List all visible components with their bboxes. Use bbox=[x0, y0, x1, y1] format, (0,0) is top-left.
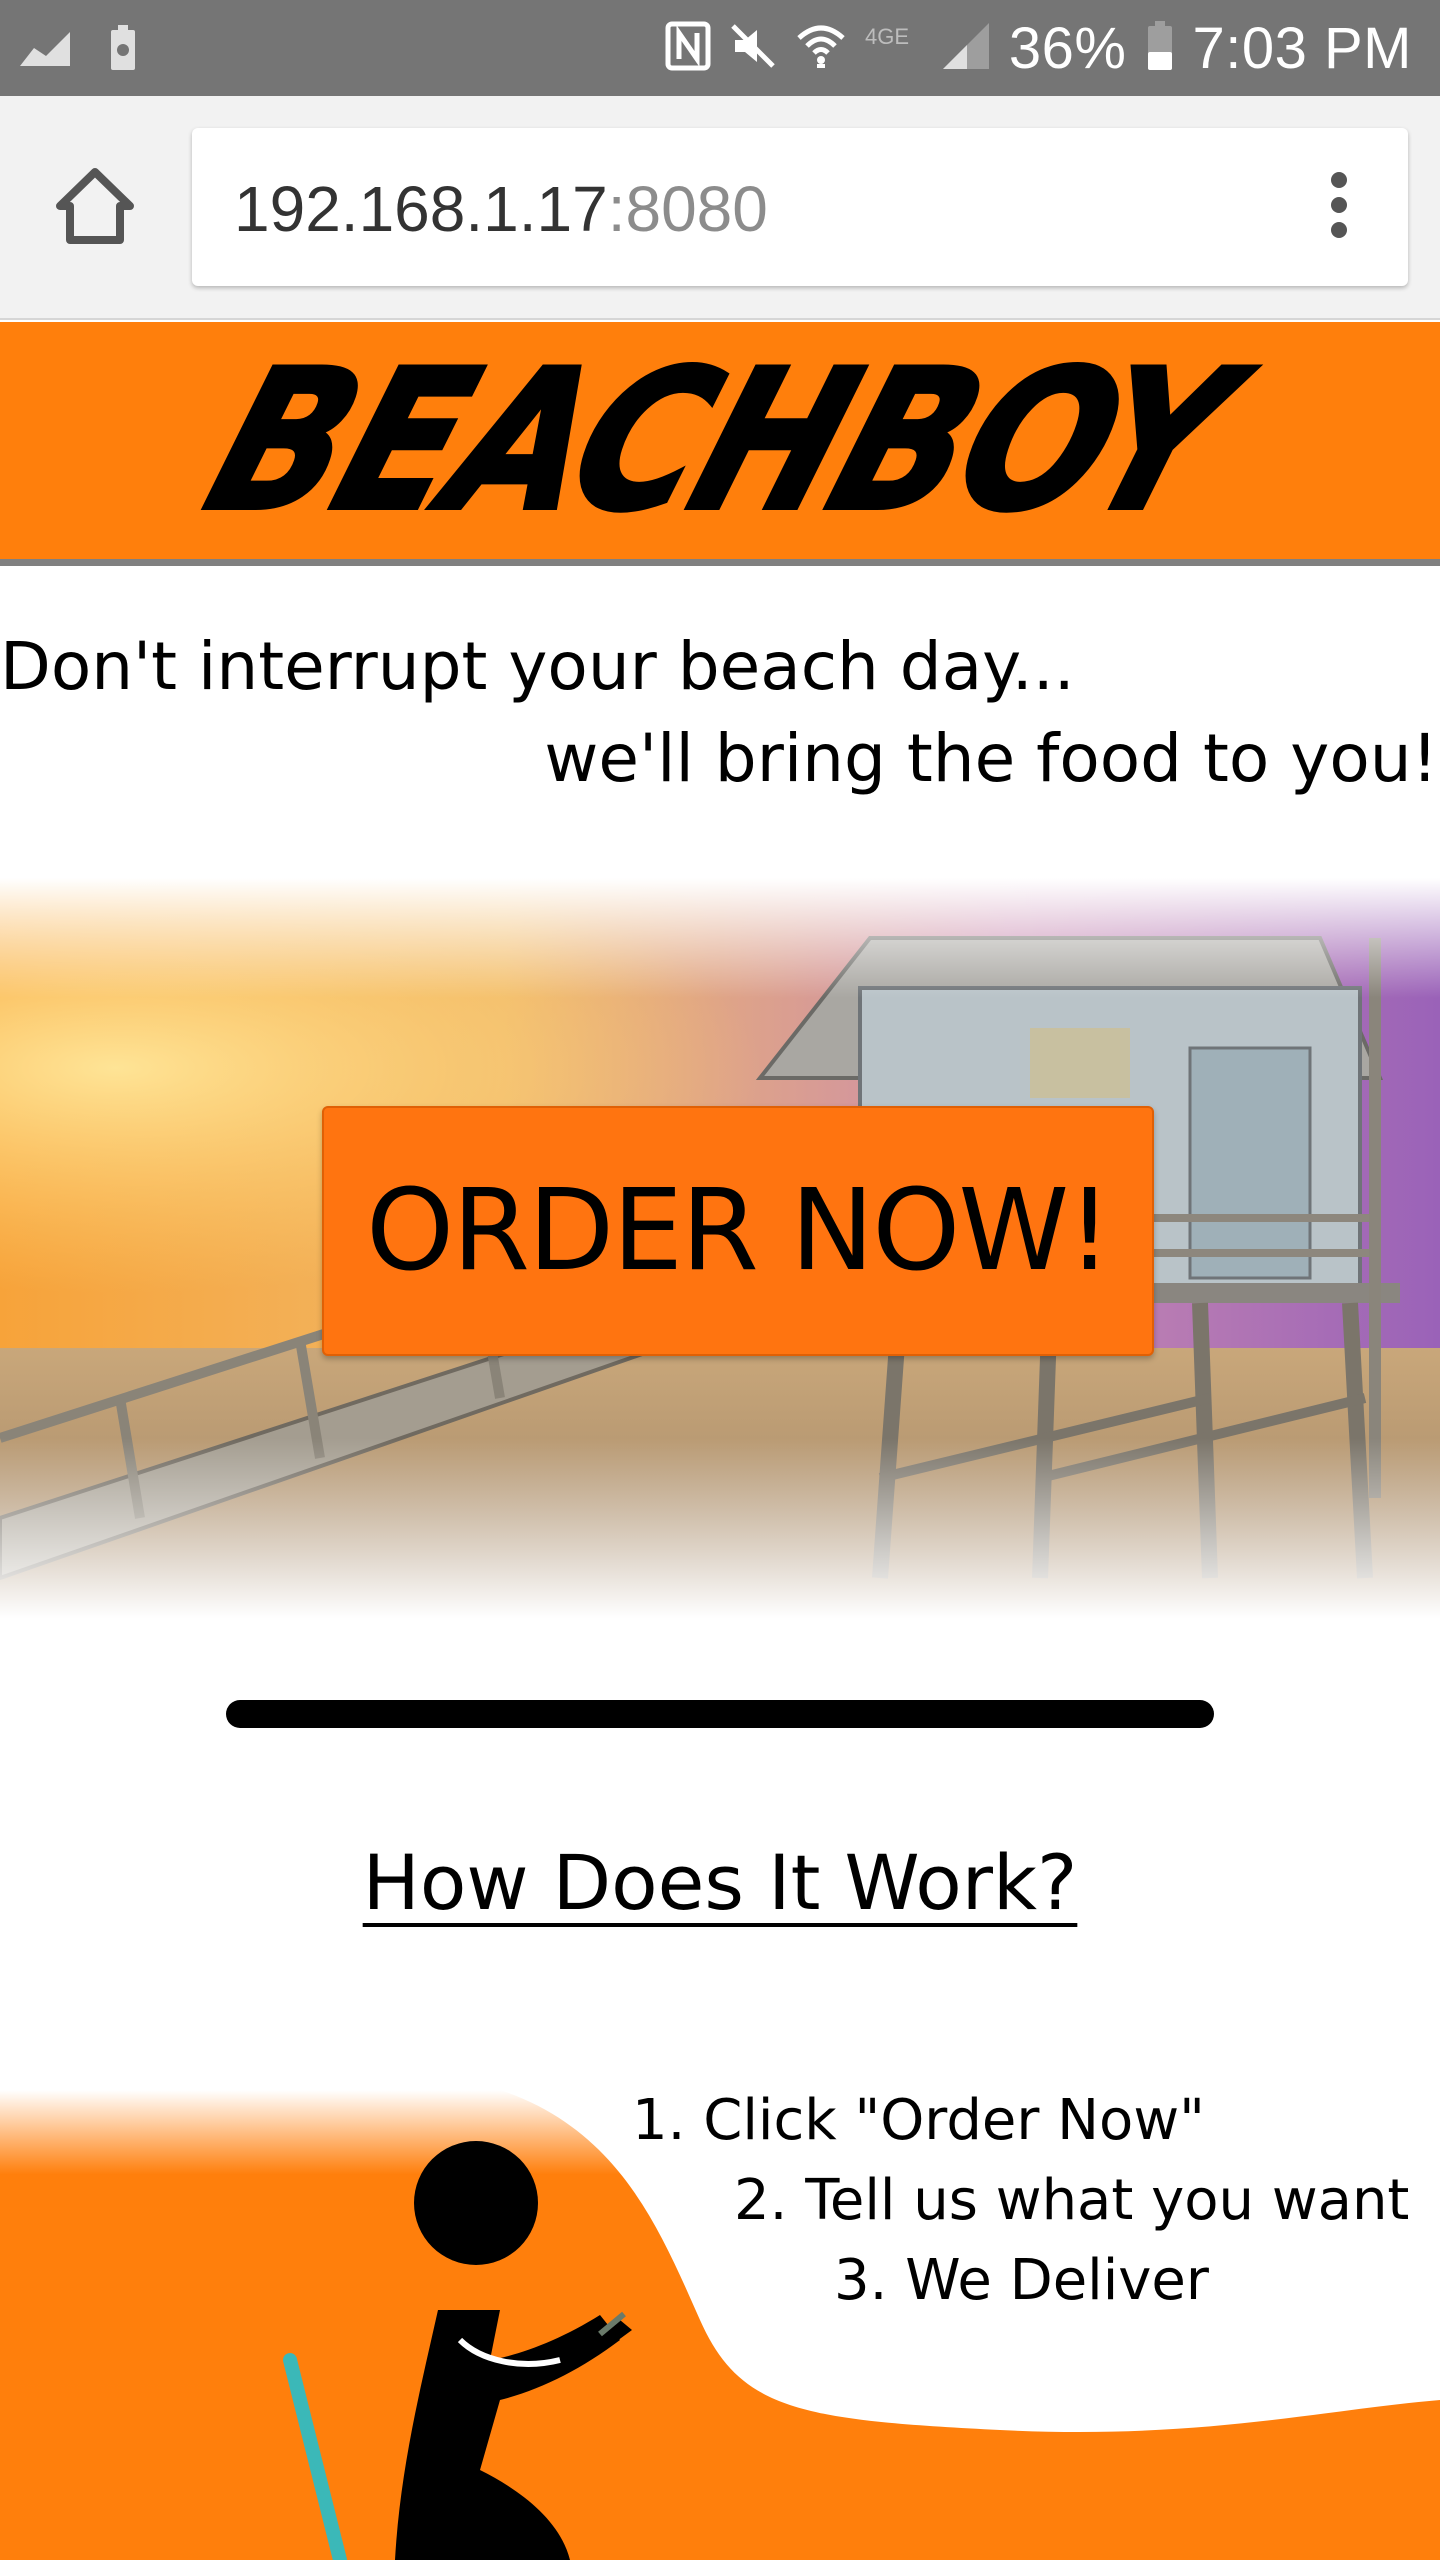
tagline-line-1: Don't interrupt your beach day... bbox=[0, 628, 1075, 705]
step-3: 3. We Deliver bbox=[834, 2248, 1209, 2313]
step-2: 2. Tell us what you want bbox=[734, 2168, 1410, 2233]
url-text[interactable]: 192.168.1.17:8080 bbox=[234, 172, 768, 246]
address-bar[interactable]: 192.168.1.17:8080 bbox=[192, 128, 1408, 286]
cell-signal-icon bbox=[941, 21, 991, 75]
beachboy-logo[interactable]: BEACHBOY bbox=[0, 322, 1440, 559]
url-port: :8080 bbox=[607, 173, 768, 245]
site-header: BEACHBOY bbox=[0, 322, 1440, 566]
logo-text: BEACHBOY bbox=[183, 326, 1256, 556]
battery-percent: 36% bbox=[1008, 15, 1127, 81]
order-now-button[interactable]: ORDER NOW! bbox=[322, 1106, 1154, 1356]
wifi-icon bbox=[795, 22, 847, 74]
order-now-label: ORDER NOW! bbox=[366, 1166, 1112, 1296]
home-icon[interactable] bbox=[50, 162, 140, 252]
mute-icon bbox=[729, 22, 777, 74]
battery-saver-icon bbox=[108, 24, 138, 76]
nfc-icon bbox=[665, 21, 711, 75]
battery-icon bbox=[1145, 20, 1175, 76]
browser-toolbar: 192.168.1.17:8080 bbox=[0, 96, 1440, 320]
signal-chart-icon bbox=[18, 26, 74, 74]
status-time: 7:03 PM bbox=[1192, 15, 1412, 81]
how-it-works-title: How Does It Work? bbox=[362, 1838, 1078, 1927]
section-divider bbox=[226, 1700, 1214, 1728]
overflow-menu-icon[interactable] bbox=[1324, 172, 1354, 242]
svg-text:4GE: 4GE bbox=[865, 24, 909, 49]
tagline-line-2: we'll bring the food to you! bbox=[544, 720, 1438, 797]
status-bar: 4GE 36% 7:03 PM bbox=[0, 0, 1440, 96]
4g-lte-icon: 4GE bbox=[865, 22, 923, 74]
url-host: 192.168.1.17 bbox=[234, 173, 608, 245]
how-it-works-illustration bbox=[0, 2090, 1440, 2560]
how-it-works-heading: How Does It Work? bbox=[0, 1838, 1440, 1927]
step-1: 1. Click "Order Now" bbox=[632, 2088, 1205, 2153]
